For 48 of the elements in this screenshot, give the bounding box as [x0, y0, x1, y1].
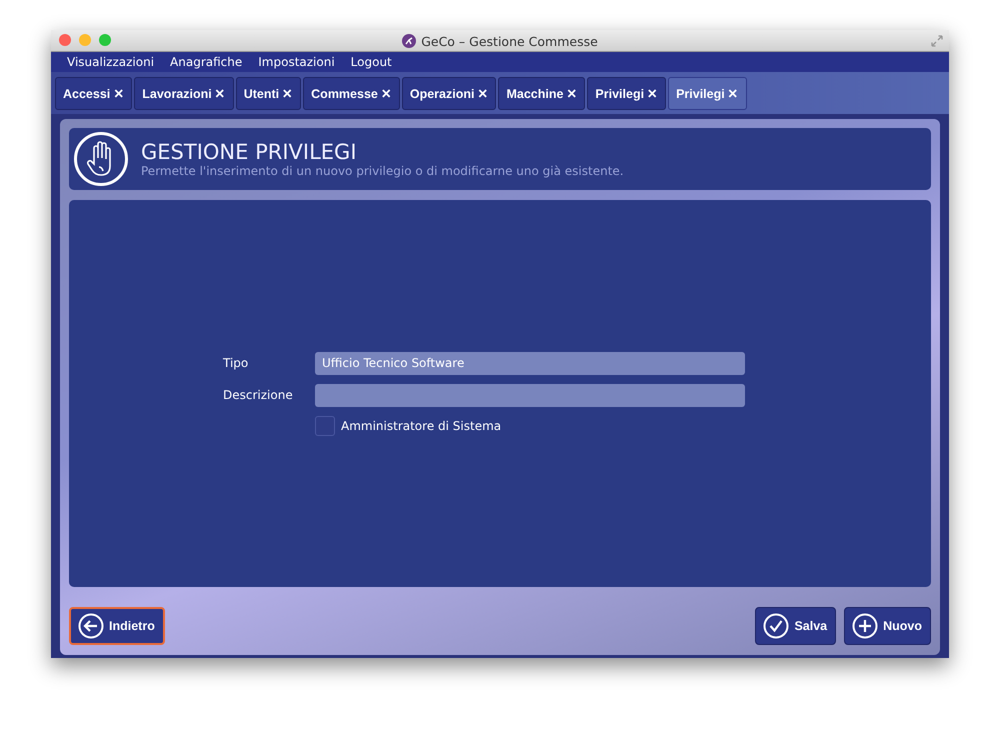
tab-label[interactable]: Privilegi — [595, 86, 644, 100]
checkbox[interactable] — [315, 416, 335, 436]
tab-label[interactable]: Macchine — [506, 86, 564, 100]
menu-item[interactable]: Visualizzazioni — [59, 54, 162, 69]
tab-label[interactable]: Commesse — [311, 86, 378, 100]
close-icon[interactable]: ✕ — [647, 86, 658, 101]
minimize-button[interactable] — [79, 34, 91, 46]
close-icon[interactable]: ✕ — [728, 86, 739, 101]
checkmark-icon — [763, 613, 790, 639]
page-subtitle: Permette l'inserimento di un nuovo privilegio o di modificarne uno già esistente. — [141, 164, 624, 178]
tab-label[interactable]: Accessi — [63, 86, 110, 100]
tab[interactable]: Privilegi ✕ — [668, 77, 747, 110]
tab-label[interactable]: Operazioni — [410, 86, 474, 100]
close-icon[interactable]: ✕ — [282, 86, 294, 101]
save-button[interactable]: Salva — [755, 607, 836, 645]
fullscreen-icon[interactable] — [931, 35, 943, 47]
tab[interactable]: Commesse ✕ — [303, 77, 400, 110]
new-button[interactable]: Nuovo — [844, 607, 931, 645]
tab[interactable]: Accessi ✕ — [55, 77, 132, 110]
hand-icon — [73, 131, 129, 187]
tab[interactable]: Macchine ✕ — [498, 77, 586, 110]
close-icon[interactable]: ✕ — [477, 86, 488, 101]
zoom-button[interactable] — [99, 34, 111, 46]
input-field[interactable] — [315, 384, 745, 406]
menu-item[interactable]: Anagrafiche — [162, 54, 250, 69]
tab[interactable]: Operazioni ✕ — [402, 77, 496, 110]
tab-label[interactable]: Utenti — [244, 86, 280, 100]
menu-item[interactable]: Impostazioni — [250, 54, 343, 69]
field-label: Tipo — [223, 356, 250, 370]
checkbox-label: Amministratore di Sistema — [341, 418, 502, 432]
tab-label[interactable]: Privilegi — [676, 86, 725, 100]
close-icon[interactable]: ✕ — [214, 86, 226, 101]
tab[interactable]: Privilegi ✕ — [587, 77, 666, 110]
back-button[interactable]: Indietro — [69, 607, 165, 645]
tab[interactable]: Utenti ✕ — [236, 77, 302, 110]
app-icon — [402, 34, 416, 48]
close-button[interactable] — [59, 34, 71, 46]
input-field[interactable]: Ufficio Tecnico Software — [315, 352, 745, 374]
close-icon[interactable]: ✕ — [380, 86, 392, 101]
close-icon[interactable]: ✕ — [113, 86, 124, 101]
tab[interactable]: Lavorazioni ✕ — [134, 77, 234, 110]
close-icon[interactable]: ✕ — [566, 86, 578, 101]
menu-item[interactable]: Logout — [342, 54, 400, 69]
tab-label[interactable]: Lavorazioni — [142, 86, 212, 100]
plus-icon — [852, 613, 878, 639]
window-title: GeCo – Gestione Commesse — [421, 34, 598, 48]
page-title: GESTIONE PRIVILEGI — [141, 140, 358, 164]
field-label: Descrizione — [223, 388, 294, 402]
